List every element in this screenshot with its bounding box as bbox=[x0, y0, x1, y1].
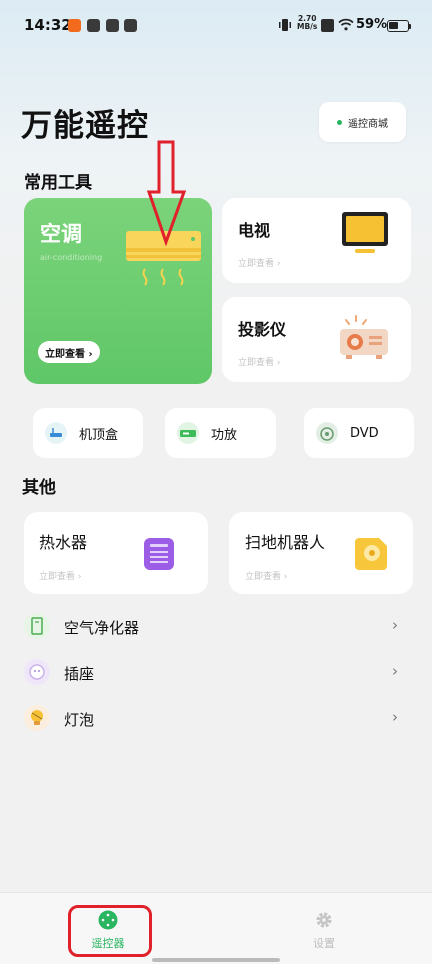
remote-store-label: 遥控商城 bbox=[348, 118, 388, 130]
vibrate-icon bbox=[279, 19, 291, 31]
tv-title: 电视 bbox=[238, 221, 271, 240]
gear-icon bbox=[316, 912, 332, 928]
air-purifier-label: 空气净化器 bbox=[64, 619, 140, 637]
dvd-pill[interactable]: DVD bbox=[304, 408, 414, 458]
set-top-box-label: 机顶盒 bbox=[79, 427, 119, 443]
projector-title: 投影仪 bbox=[238, 320, 287, 339]
air-conditioner-title: 空调 bbox=[40, 222, 82, 246]
tv-view-link: 立即查看 › bbox=[238, 259, 281, 269]
water-heater-icon bbox=[144, 538, 174, 570]
chevron-right-icon: › bbox=[392, 662, 398, 680]
dvd-icon bbox=[316, 422, 338, 444]
projector-icon bbox=[340, 315, 388, 359]
tv-card[interactable]: 电视 立即查看 › bbox=[222, 198, 411, 283]
projector-view-link: 立即查看 › bbox=[238, 358, 281, 368]
amplifier-icon bbox=[177, 422, 199, 444]
amplifier-label: 功放 bbox=[211, 427, 238, 443]
home-indicator bbox=[152, 958, 280, 962]
annotation-highlight-box bbox=[68, 905, 152, 957]
socket-label: 插座 bbox=[64, 665, 95, 683]
air-conditioner-view-button[interactable]: 立即查看 › bbox=[38, 341, 100, 363]
notification-mail-icon bbox=[124, 19, 137, 32]
water-heater-view-link: 立即查看 › bbox=[39, 572, 82, 582]
notification-vivo-icon bbox=[87, 19, 100, 32]
socket-icon bbox=[24, 659, 50, 685]
battery-tip bbox=[409, 24, 411, 29]
annotation-arrow bbox=[146, 140, 187, 246]
section-title-common-tools: 常用工具 bbox=[24, 173, 92, 193]
chevron-right-icon: › bbox=[392, 708, 398, 726]
set-top-box-icon bbox=[45, 422, 67, 444]
dvd-label: DVD bbox=[350, 425, 379, 441]
amplifier-pill[interactable]: 功放 bbox=[165, 408, 276, 458]
water-heater-title: 热水器 bbox=[39, 533, 88, 552]
robot-vacuum-view-link: 立即查看 › bbox=[245, 572, 288, 582]
page-title: 万能遥控 bbox=[21, 108, 149, 144]
status-time: 14:32 bbox=[24, 16, 72, 34]
tv-icon bbox=[342, 212, 388, 253]
remote-store-button[interactable]: 遥控商城 bbox=[319, 102, 406, 142]
light-bulb-icon bbox=[24, 705, 50, 731]
projector-card[interactable]: 投影仪 立即查看 › bbox=[222, 297, 411, 382]
air-conditioner-subtitle: air-conditioning bbox=[40, 253, 103, 262]
list-item-light-bulb[interactable]: 灯泡 › bbox=[0, 696, 432, 742]
list-item-socket[interactable]: 插座 › bbox=[0, 650, 432, 696]
robot-vacuum-card[interactable]: 扫地机器人 立即查看 › bbox=[229, 512, 413, 594]
tab-settings[interactable]: 设置 bbox=[294, 907, 354, 955]
green-dot-icon bbox=[337, 119, 342, 125]
battery-percent: 59% bbox=[356, 17, 388, 32]
robot-vacuum-icon bbox=[355, 538, 387, 570]
wifi-icon bbox=[338, 18, 354, 31]
notification-link-icon bbox=[106, 19, 119, 32]
robot-vacuum-title: 扫地机器人 bbox=[245, 533, 326, 552]
water-heater-card[interactable]: 热水器 立即查看 › bbox=[24, 512, 208, 594]
bottom-tab-bar: 遥控器 设置 bbox=[0, 892, 432, 964]
status-bar: 14:32 2.70 MB/s 59% bbox=[0, 0, 432, 52]
section-title-others: 其他 bbox=[22, 478, 56, 498]
air-purifier-icon bbox=[24, 613, 50, 639]
tab-settings-label: 设置 bbox=[313, 937, 335, 950]
notification-app-icon bbox=[68, 19, 81, 32]
chevron-right-icon: › bbox=[392, 616, 398, 634]
set-top-box-pill[interactable]: 机顶盒 bbox=[33, 408, 143, 458]
light-bulb-label: 灯泡 bbox=[64, 711, 95, 729]
net-speed-unit: MB/s bbox=[297, 22, 318, 31]
net-speed: 2.70 MB/s bbox=[297, 15, 317, 31]
sim-off-icon bbox=[321, 19, 334, 32]
battery-icon bbox=[387, 20, 409, 32]
list-item-air-purifier[interactable]: 空气净化器 › bbox=[0, 604, 432, 650]
